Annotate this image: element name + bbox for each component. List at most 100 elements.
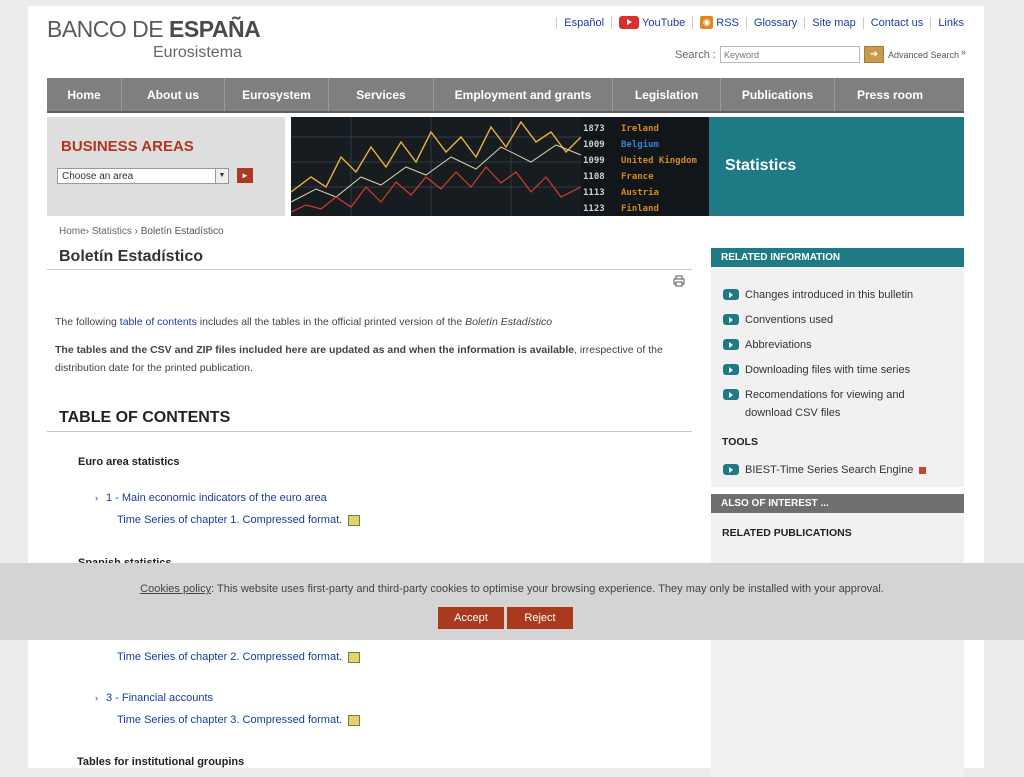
timeseries-link[interactable]: Time Series of chapter 2. Compressed for… bbox=[117, 651, 361, 663]
svg-text:1099: 1099 bbox=[583, 156, 605, 166]
tool-item-label: BIEST-Time Series Search Engine bbox=[745, 464, 914, 476]
toplink-links[interactable]: Links bbox=[930, 16, 971, 29]
also-of-interest-header: ALSO OF INTEREST ... bbox=[711, 494, 964, 513]
search-label: Search : bbox=[674, 48, 716, 61]
toplink-contact[interactable]: Contact us bbox=[862, 16, 931, 29]
arrow-right-icon bbox=[723, 464, 739, 475]
breadcrumb-separator: › bbox=[85, 226, 90, 237]
site-logo[interactable]: BANCO DE ESPAÑA bbox=[47, 16, 261, 43]
update-note-bold: The tables and the CSV and ZIP files inc… bbox=[55, 344, 575, 356]
chapter-label: 1 - Main economic indicators of the euro… bbox=[106, 492, 327, 504]
stock-chart-graphic: 1873 Ireland 1009 Belgium 1099 United Kingd… bbox=[291, 117, 709, 216]
intro-paragraph: The following table of contents includes… bbox=[55, 313, 675, 331]
svg-text:1113: 1113 bbox=[583, 188, 605, 198]
related-item-label: Recomendations for viewing and download … bbox=[745, 389, 905, 419]
breadcrumb-statistics[interactable]: Statistics bbox=[92, 226, 132, 237]
chapter-link[interactable]: › 3 - Financial accounts bbox=[95, 692, 213, 704]
statistics-title: Statistics bbox=[725, 157, 797, 174]
chapter-link[interactable]: › 1 - Main economic indicators of the eur… bbox=[95, 492, 327, 504]
related-item[interactable]: Abbreviations bbox=[711, 336, 964, 354]
related-item[interactable]: Downloading files with time series bbox=[711, 361, 964, 379]
arrow-right-icon bbox=[723, 389, 739, 400]
search-input[interactable] bbox=[719, 46, 860, 63]
download-icon bbox=[348, 714, 361, 726]
nav-about-us[interactable]: About us bbox=[122, 78, 225, 111]
chevron-right-icon: » bbox=[960, 46, 966, 57]
timeseries-link[interactable]: Time Series of chapter 1. Compressed for… bbox=[117, 514, 361, 526]
toplink-sitemap[interactable]: Site map bbox=[804, 16, 862, 29]
toplink-rss[interactable]: ◉ RSS bbox=[692, 16, 746, 29]
related-item[interactable]: Changes introduced in this bulletin bbox=[711, 286, 964, 304]
related-item[interactable]: Conventions used bbox=[711, 311, 964, 329]
business-areas-select[interactable]: Choose an area ▼ bbox=[57, 168, 229, 184]
svg-text:1123: 1123 bbox=[583, 204, 605, 214]
related-item-label: Changes introduced in this bulletin bbox=[745, 289, 914, 301]
toplink-glossary[interactable]: Glossary bbox=[745, 16, 804, 29]
toc-divider bbox=[47, 431, 692, 432]
print-icon[interactable] bbox=[673, 275, 685, 287]
business-areas-panel: BUSINESS AREAS Choose an area ▼ ► bbox=[47, 117, 285, 216]
svg-text:1873: 1873 bbox=[583, 124, 605, 134]
cookie-policy-link[interactable]: Cookies policy bbox=[140, 583, 211, 595]
cookie-reject-button[interactable]: Reject bbox=[507, 607, 573, 629]
breadcrumb-home[interactable]: Home bbox=[59, 226, 86, 237]
timeseries-label: Time Series of chapter 2. Compressed for… bbox=[117, 651, 343, 663]
title-divider bbox=[47, 269, 692, 270]
toc-link[interactable]: table of contents bbox=[120, 316, 197, 328]
nav-employment[interactable]: Employment and grants bbox=[434, 78, 613, 111]
cookie-accept-button[interactable]: Accept bbox=[438, 607, 504, 629]
svg-text:France: France bbox=[621, 172, 654, 182]
nav-legislation[interactable]: Legislation bbox=[613, 78, 721, 111]
nav-eurosystem[interactable]: Eurosystem bbox=[225, 78, 329, 111]
intro-text: includes all the tables in the official … bbox=[196, 316, 466, 328]
svg-text:United Kingdom: United Kingdom bbox=[621, 155, 697, 166]
nav-home[interactable]: Home bbox=[47, 78, 122, 111]
chevron-right-icon: › bbox=[95, 693, 98, 703]
toplink-label: Links bbox=[938, 16, 964, 29]
search-bar: Search : ➔ Advanced Search» bbox=[675, 46, 966, 63]
statistics-panel: Statistics bbox=[709, 117, 964, 216]
cookie-banner: Cookies policy: This website uses first-… bbox=[0, 563, 1024, 640]
banner-image: 1873 Ireland 1009 Belgium 1099 United Kingd… bbox=[291, 117, 709, 216]
arrow-right-icon bbox=[723, 289, 739, 300]
cookie-message: Cookies policy: This website uses first-… bbox=[0, 583, 1024, 595]
tool-item[interactable]: BIEST-Time Series Search Engine bbox=[711, 461, 964, 479]
intro-text: The following bbox=[55, 316, 120, 328]
nav-services[interactable]: Services bbox=[329, 78, 434, 111]
chapter-label: 3 - Financial accounts bbox=[106, 692, 213, 704]
logo-text-light: BANCO DE bbox=[47, 16, 170, 42]
svg-text:1108: 1108 bbox=[583, 172, 605, 182]
breadcrumb-separator: › bbox=[131, 226, 141, 237]
nav-press-room[interactable]: Press room bbox=[835, 78, 945, 111]
toplink-label: Contact us bbox=[870, 16, 924, 29]
svg-text:Ireland: Ireland bbox=[621, 124, 659, 134]
chevron-right-icon: › bbox=[95, 493, 98, 503]
youtube-icon bbox=[619, 16, 640, 29]
business-areas-go-button[interactable]: ► bbox=[237, 168, 253, 183]
select-value: Choose an area bbox=[62, 171, 134, 182]
svg-text:1009: 1009 bbox=[583, 140, 605, 150]
search-submit-button[interactable]: ➔ bbox=[863, 46, 884, 63]
cookie-text: : This website uses first-party and thir… bbox=[211, 583, 884, 595]
toplink-label: RSS bbox=[716, 16, 739, 29]
timeseries-link[interactable]: Time Series of chapter 3. Compressed for… bbox=[117, 714, 361, 726]
related-item[interactable]: Recomendations for viewing and download … bbox=[711, 386, 964, 422]
toplink-espanol[interactable]: Español bbox=[556, 16, 611, 29]
related-publications-heading: RELATED PUBLICATIONS bbox=[722, 527, 852, 539]
toplink-label: Español bbox=[564, 16, 605, 29]
advanced-search-link[interactable]: Advanced Search bbox=[888, 50, 959, 60]
tools-heading: TOOLS bbox=[722, 436, 758, 448]
intro-emphasis: Boletín Estadístico bbox=[465, 316, 553, 328]
related-info-header: RELATED INFORMATION bbox=[711, 248, 964, 267]
download-icon bbox=[348, 514, 361, 526]
update-note: The tables and the CSV and ZIP files inc… bbox=[55, 341, 675, 377]
also-of-interest-body: RELATED PUBLICATIONS bbox=[711, 513, 964, 777]
toplink-youtube[interactable]: YouTube bbox=[611, 16, 692, 29]
arrow-right-icon bbox=[723, 314, 739, 325]
download-icon bbox=[348, 651, 361, 663]
related-info-list: Changes introduced in this bulletin Conv… bbox=[711, 267, 964, 487]
arrow-right-icon bbox=[723, 364, 739, 375]
rss-icon: ◉ bbox=[700, 16, 714, 29]
toplink-label: YouTube bbox=[642, 16, 686, 29]
nav-publications[interactable]: Publications bbox=[721, 78, 835, 111]
